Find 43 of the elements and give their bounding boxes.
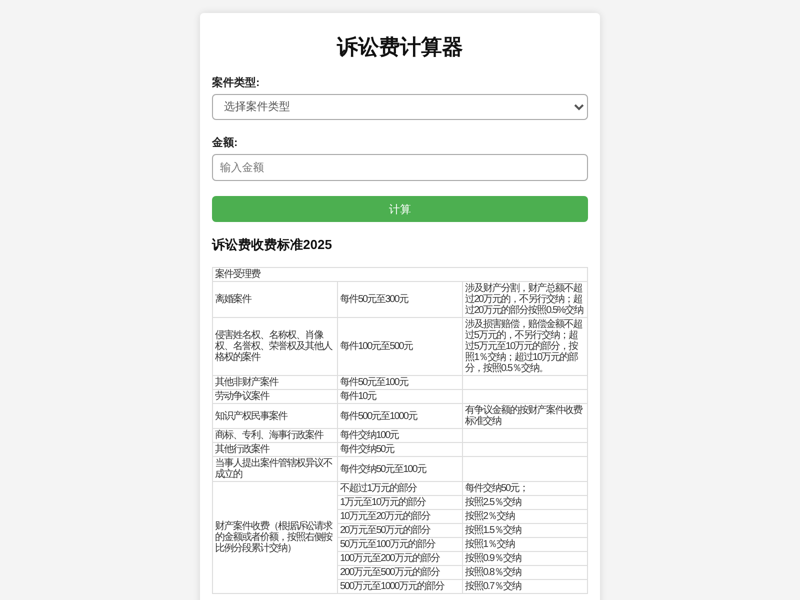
section-heading: 诉讼费收费标准2025 <box>212 236 333 254</box>
table-cell: 涉及财产分割，财产总额不超过20万元的，不另行交纳；超过20万元的部分按照0.5%交纳 <box>462 282 588 318</box>
table-cell: 侵害姓名权、名称权、肖像权、名誉权、荣誉权及其他人格权的案件 <box>212 318 338 376</box>
table-cell: 其他非财产案件 <box>212 376 338 390</box>
table-cell: 按照2.5％交纳 <box>462 496 588 510</box>
table-cell: 按照0.8％交纳 <box>462 566 588 580</box>
table-cell: 按照0.9％交纳 <box>462 552 588 566</box>
table-cell: 20万元至50万元的部分 <box>338 524 462 538</box>
table-cell: 按照2％交纳 <box>462 510 588 524</box>
table-cell: 每件50元至300元 <box>338 282 462 318</box>
table-cell: 10万元至20万元的部分 <box>338 510 462 524</box>
table-cell: 离婚案件 <box>212 282 338 318</box>
table-cell: 500万元至1000万元的部分 <box>338 580 462 594</box>
table-cell: 案件受理费 <box>212 268 588 282</box>
table-cell: 当事人提出案件管辖权异议不成立的 <box>212 456 338 482</box>
table-cell: 按照1.5％交纳 <box>462 524 588 538</box>
table-cell: 50万元至100万元的部分 <box>338 538 462 552</box>
table-cell: 每件交纳50元； <box>462 482 588 496</box>
table-cell: 每件500元至1000元 <box>338 404 462 428</box>
table-cell: 知识产权民事案件 <box>212 404 338 428</box>
table-cell: 200万元至500万元的部分 <box>338 566 462 580</box>
table-cell: 劳动争议案件 <box>212 390 338 404</box>
table-cell: 按照0.7％交纳 <box>462 580 588 594</box>
table-cell: 每件10元 <box>338 390 462 404</box>
table-cell: 每件交纳100元 <box>338 428 462 442</box>
case-type-label: 案件类型: <box>212 75 261 90</box>
table-cell: 每件交纳50元至100元 <box>338 456 462 482</box>
amount-label: 金额: <box>212 136 239 150</box>
amount-input[interactable]: 输入金额 <box>212 154 588 181</box>
table-cell: 1万元至10万元的部分 <box>338 496 462 510</box>
table-cell: 其他行政案件 <box>212 442 338 456</box>
table-cell: 每件交纳50元 <box>338 442 462 456</box>
table-cell: 每件100元至500元 <box>338 318 462 376</box>
table-cell: 涉及损害赔偿，赔偿金额不超过5万元的，不另行交纳；超过5万元至10万元的部分，按照1％交纳；超过10万元的部分，按照0.5％交纳。 <box>462 318 588 376</box>
page-title: 诉讼费计算器 <box>336 35 464 61</box>
table-cell: 有争议金额的按财产案件收费标准交纳 <box>462 404 588 428</box>
case-type-select[interactable]: 选择案件类型 <box>212 94 588 120</box>
table-cell: 财产案件收费（根据诉讼请求的金额或者价额，按照右侧按比例分段累计交纳） <box>212 482 338 594</box>
table-cell: 每件50元至100元 <box>338 376 462 390</box>
table-cell: 按照1％交纳 <box>462 538 588 552</box>
table-cell: 100万元至200万元的部分 <box>338 552 462 566</box>
table-cell: 不超过1万元的部分 <box>338 482 462 496</box>
table-cell: 商标、专利、海事行政案件 <box>212 428 338 442</box>
